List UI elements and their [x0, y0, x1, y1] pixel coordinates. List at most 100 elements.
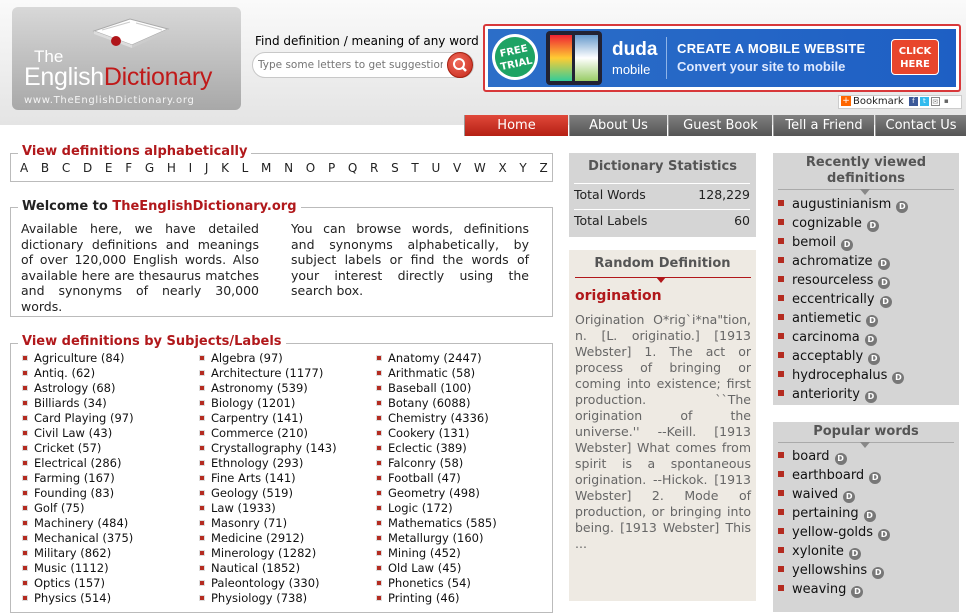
letter-link[interactable]: N — [284, 161, 293, 175]
ad-banner[interactable]: FREE TRIAL duda mobile CREATE A MOBILE W… — [483, 24, 961, 92]
subject-item[interactable]: Founding (83) — [22, 486, 114, 501]
subject-item[interactable]: Anatomy (2447) — [376, 351, 482, 366]
recent-word-item[interactable]: achromatize D — [778, 252, 890, 271]
letter-link[interactable]: P — [328, 161, 335, 175]
subject-item[interactable]: Optics (157) — [22, 576, 105, 591]
more-icon[interactable]: ▪ — [942, 97, 951, 106]
subject-item[interactable]: Medicine (2912) — [199, 531, 304, 546]
definition-icon[interactable]: D — [841, 239, 854, 251]
word-link[interactable]: bemoil — [792, 235, 836, 250]
subject-item[interactable]: Architecture (1177) — [199, 366, 323, 381]
definition-icon[interactable]: D — [877, 258, 890, 270]
subject-item[interactable]: Military (862) — [22, 546, 111, 561]
letter-link[interactable]: S — [391, 161, 399, 175]
search-input[interactable] — [258, 57, 443, 73]
subject-item[interactable]: Golf (75) — [22, 501, 84, 516]
recent-word-item[interactable]: antiemetic D — [778, 309, 879, 328]
facebook-icon[interactable]: f — [908, 96, 918, 106]
email-icon[interactable]: ✉ — [930, 96, 940, 106]
recent-word-item[interactable]: acceptably D — [778, 347, 881, 366]
popular-word-item[interactable]: xylonite D — [778, 542, 861, 561]
subject-item[interactable]: Cookery (131) — [376, 426, 470, 441]
word-link[interactable]: board — [792, 449, 830, 464]
tab-about-us[interactable]: About Us — [569, 115, 667, 136]
subject-item[interactable]: Civil Law (43) — [22, 426, 112, 441]
letter-link[interactable]: F — [125, 161, 132, 175]
subject-item[interactable]: Card Playing (97) — [22, 411, 134, 426]
word-link[interactable]: augustinianism — [792, 197, 891, 212]
letter-link[interactable]: E — [105, 161, 113, 175]
subject-item[interactable]: Biology (1201) — [199, 396, 295, 411]
subject-item[interactable]: Geology (519) — [199, 486, 293, 501]
subject-item[interactable]: Eclectic (389) — [376, 441, 467, 456]
subject-item[interactable]: Physics (514) — [22, 591, 111, 606]
word-link[interactable]: eccentrically — [792, 292, 875, 307]
subject-item[interactable]: Minerology (1282) — [199, 546, 316, 561]
definition-icon[interactable]: D — [869, 472, 882, 484]
letter-link[interactable]: Y — [519, 161, 526, 175]
subject-item[interactable]: Mathematics (585) — [376, 516, 497, 531]
random-word-link[interactable]: origination — [575, 288, 662, 304]
tab-tell-a-friend[interactable]: Tell a Friend — [773, 115, 874, 136]
subject-item[interactable]: Astronomy (539) — [199, 381, 308, 396]
subject-item[interactable]: Electrical (286) — [22, 456, 121, 471]
subject-item[interactable]: Mechanical (375) — [22, 531, 133, 546]
definition-icon[interactable]: D — [868, 353, 881, 365]
letter-link[interactable]: U — [431, 161, 440, 175]
subject-item[interactable]: Commerce (210) — [199, 426, 308, 441]
recent-word-item[interactable]: hydrocephalus D — [778, 366, 905, 385]
word-link[interactable]: waived — [792, 487, 838, 502]
recent-word-item[interactable]: resourceless D — [778, 271, 891, 290]
search-button[interactable] — [447, 52, 473, 78]
subject-item[interactable]: Cricket (57) — [22, 441, 101, 456]
popular-word-item[interactable]: weaving D — [778, 580, 864, 599]
word-link[interactable]: weaving — [792, 582, 846, 597]
definition-icon[interactable]: D — [843, 491, 856, 503]
subject-item[interactable]: Football (47) — [376, 471, 461, 486]
tab-home[interactable]: Home — [464, 115, 568, 136]
subject-item[interactable]: Crystallography (143) — [199, 441, 337, 456]
subject-item[interactable]: Physiology (738) — [199, 591, 307, 606]
definition-icon[interactable]: D — [878, 277, 891, 289]
letter-link[interactable]: V — [453, 161, 461, 175]
subject-item[interactable]: Antiq. (62) — [22, 366, 95, 381]
subject-item[interactable]: Metallurgy (160) — [376, 531, 483, 546]
word-link[interactable]: yellowshins — [792, 563, 867, 578]
ad-cta-button[interactable]: CLICK HERE — [891, 39, 939, 75]
word-link[interactable]: yellow-golds — [792, 525, 873, 540]
subject-item[interactable]: Agriculture (84) — [22, 351, 125, 366]
letter-link[interactable]: Z — [539, 161, 547, 175]
letter-link[interactable]: J — [205, 161, 209, 175]
subject-item[interactable]: Logic (172) — [376, 501, 453, 516]
tab-contact-us[interactable]: Contact Us — [875, 115, 966, 136]
word-link[interactable]: achromatize — [792, 254, 873, 269]
definition-icon[interactable]: D — [896, 201, 909, 213]
letter-link[interactable]: Q — [348, 161, 357, 175]
subject-item[interactable]: Mining (452) — [376, 546, 461, 561]
word-link[interactable]: antiemetic — [792, 311, 861, 326]
recent-word-item[interactable]: carcinoma D — [778, 328, 877, 347]
recent-word-item[interactable]: bemoil D — [778, 233, 854, 252]
letter-link[interactable]: D — [83, 161, 92, 175]
letter-link[interactable]: R — [370, 161, 378, 175]
letter-link[interactable]: T — [411, 161, 418, 175]
definition-icon[interactable]: D — [878, 529, 891, 541]
letter-link[interactable]: O — [306, 161, 315, 175]
word-link[interactable]: cognizable — [792, 216, 862, 231]
subject-item[interactable]: Algebra (97) — [199, 351, 283, 366]
popular-word-item[interactable]: yellowshins D — [778, 561, 885, 580]
letter-link[interactable]: B — [41, 161, 49, 175]
subject-item[interactable]: Baseball (100) — [376, 381, 471, 396]
word-link[interactable]: xylonite — [792, 544, 844, 559]
word-link[interactable]: hydrocephalus — [792, 368, 887, 383]
letter-link[interactable]: I — [189, 161, 193, 175]
popular-word-item[interactable]: earthboard D — [778, 466, 882, 485]
definition-icon[interactable]: D — [851, 586, 864, 598]
subject-item[interactable]: Nautical (1852) — [199, 561, 300, 576]
subject-item[interactable]: Ethnology (293) — [199, 456, 303, 471]
definition-icon[interactable]: D — [879, 296, 892, 308]
tab-guest-book[interactable]: Guest Book — [668, 115, 772, 136]
definition-icon[interactable]: D — [864, 334, 877, 346]
word-link[interactable]: acceptably — [792, 349, 863, 364]
definition-icon[interactable]: D — [834, 453, 847, 465]
